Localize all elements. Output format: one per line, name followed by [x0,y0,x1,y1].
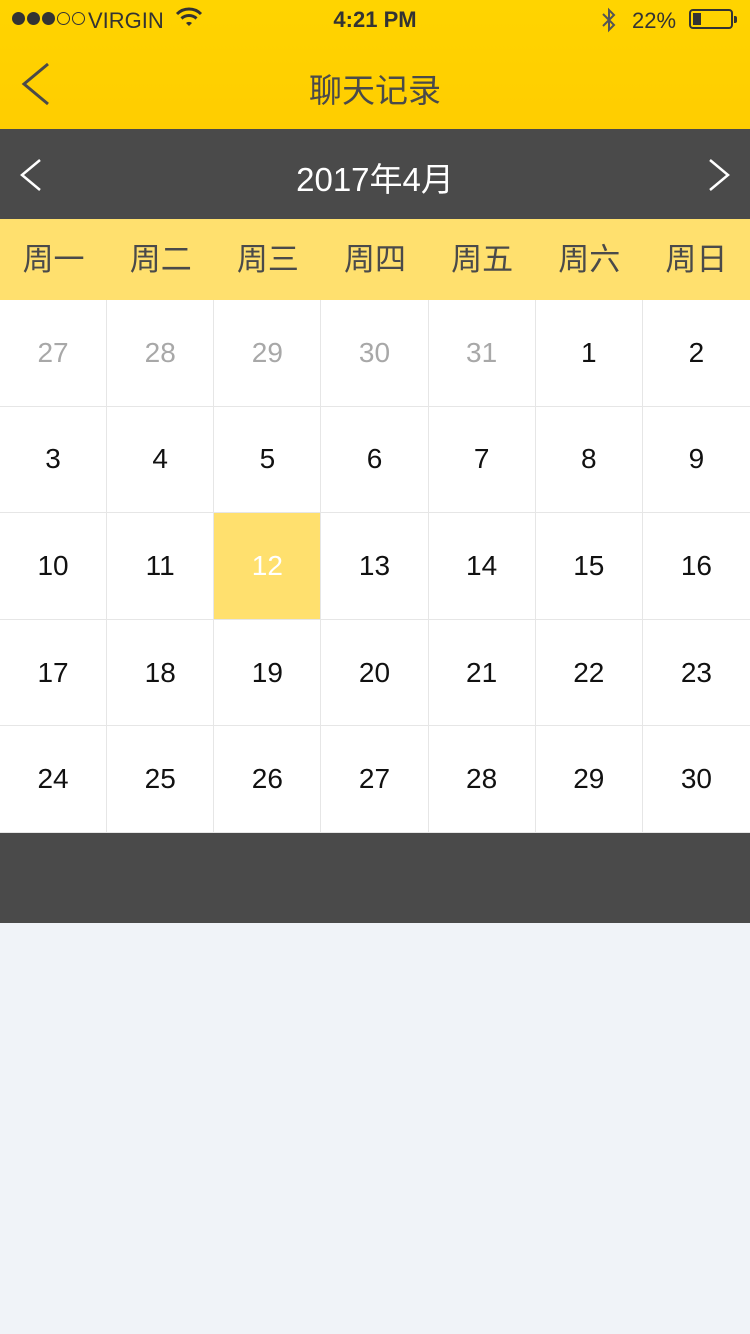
calendar-day[interactable]: 28 [107,300,215,407]
weekday-label: 周一 [22,242,85,277]
calendar-day[interactable]: 31 [428,300,536,407]
calendar-day[interactable]: 18 [107,619,215,727]
calendar-day[interactable]: 11 [107,513,215,620]
calendar-day[interactable]: 30 [321,300,429,407]
header: VIRGIN 4:21 PM 22% 聊天记录 [0,0,750,129]
calendar-day[interactable]: 27 [0,300,108,407]
weekday-label: 周日 [665,242,728,277]
weekday-label: 周三 [236,242,299,277]
calendar-day[interactable]: 19 [214,619,322,727]
calendar-day[interactable]: 14 [428,513,536,620]
weekday-label: 周二 [129,242,192,277]
page-title: 聊天记录 [309,72,441,109]
calendar-day[interactable]: 26 [214,726,322,833]
calendar-day[interactable]: 8 [535,406,643,514]
weekday-label: 周四 [343,242,406,277]
battery-percent: 22% [632,8,677,33]
calendar-day[interactable]: 10 [0,513,108,620]
calendar-day[interactable]: 13 [321,513,429,620]
calendar-day[interactable]: 28 [428,726,536,833]
weekday-label: 周五 [451,242,514,277]
calendar-day[interactable]: 27 [321,726,429,833]
calendar-day[interactable]: 17 [0,619,108,727]
calendar-day[interactable]: 22 [535,619,643,727]
calendar-day[interactable]: 4 [107,406,215,514]
calendar-day[interactable]: 9 [642,407,750,514]
next-month-button[interactable] [698,156,738,194]
status-bar: VIRGIN 4:21 PM 22% [0,0,750,40]
calendar-day[interactable]: 15 [535,513,643,620]
battery-icon [689,9,737,29]
calendar-day[interactable]: 5 [214,406,322,514]
calendar-day[interactable]: 23 [642,620,750,727]
calendar-day[interactable]: 6 [321,406,429,514]
bluetooth-icon [599,6,619,40]
calendar-day[interactable]: 20 [321,619,429,727]
calendar-day[interactable]: 21 [428,619,536,727]
calendar-day[interactable]: 16 [642,513,750,620]
calendar-day-selected[interactable]: 12 [214,513,322,620]
calendar-day[interactable]: 24 [0,726,108,833]
month-label: 2017年4月 [296,161,454,198]
calendar-day[interactable]: 30 [642,726,750,833]
calendar-day[interactable]: 1 [535,300,643,407]
calendar-day[interactable]: 2 [642,300,750,407]
calendar-day[interactable]: 29 [535,726,643,833]
calendar-day[interactable]: 7 [428,406,536,514]
calendar-grid: 27 28 29 30 31 1 2 3 4 5 6 7 8 9 10 11 12 13 14 15 16 17 18 19 2… [0,300,750,833]
month-header: 2017年4月 [0,129,750,219]
weekday-label: 周六 [558,242,621,277]
nav-bar: 聊天记录 [0,40,750,129]
bottom-bar [0,833,750,923]
chevron-right-icon [709,159,730,191]
calendar-day[interactable]: 3 [0,406,108,514]
weekday-header: 周一 周二 周三 周四 周五 周六 周日 [0,219,750,300]
calendar-day[interactable]: 29 [214,300,322,407]
calendar-day[interactable]: 25 [107,726,215,833]
